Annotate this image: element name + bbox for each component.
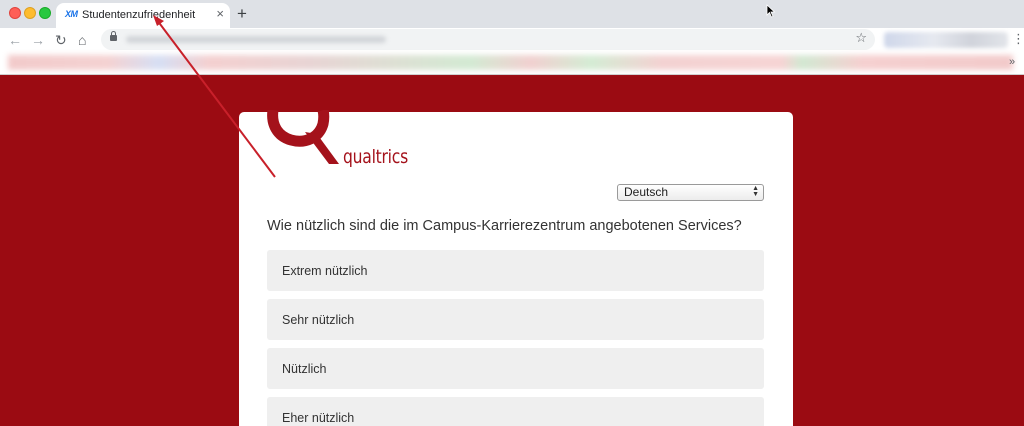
blurred-url [126,36,386,43]
bookmarks-bar: » [0,52,1024,75]
answer-option[interactable]: Eher nützlich [267,397,764,426]
survey-card: qualtrics Deutsch ▲ ▼ Wie nützlich sind d… [239,110,793,426]
browser-tab-strip: XM Studentenzufriedenheit × + [0,0,1024,28]
blurred-extensions-area [884,32,1008,48]
answer-option[interactable]: Sehr nützlich [267,299,764,340]
select-arrows-icon: ▲ ▼ [752,185,759,198]
language-select[interactable]: Deutsch ▲ ▼ [617,184,764,201]
lock-icon [110,31,117,41]
answer-option-label: Extrem nützlich [282,264,368,278]
new-tab-button[interactable]: + [237,5,247,22]
browser-tab[interactable]: XM Studentenzufriedenheit × [56,3,230,28]
more-bookmarks-chevron-icon[interactable]: » [1009,56,1015,68]
answer-option[interactable]: Extrem nützlich [267,250,764,291]
question-text: Wie nützlich sind die im Campus-Karriere… [267,218,742,234]
bookmark-star-icon[interactable]: ☆ [855,30,867,46]
tab-title: Studentenzufriedenheit [82,9,196,21]
forward-arrow-icon[interactable]: → [31,30,45,50]
answer-option[interactable]: Nützlich [267,348,764,389]
mouse-cursor-icon [766,4,776,18]
address-bar[interactable]: ☆ [101,29,875,50]
qualtrics-q-logo-icon [267,110,339,164]
answer-option-label: Sehr nützlich [282,313,355,327]
browser-toolbar: ← → ↻ ⌂ ☆ ⋮ [0,28,1024,52]
back-arrow-icon[interactable]: ← [8,30,22,50]
xm-favicon-icon: XM [65,9,78,19]
minimize-window-button[interactable] [24,7,36,19]
close-tab-icon[interactable]: × [216,7,224,20]
close-window-button[interactable] [9,7,21,19]
language-select-value: Deutsch [624,185,669,199]
blurred-bookmarks [8,55,1013,70]
home-icon[interactable]: ⌂ [78,30,86,50]
maximize-window-button[interactable] [39,7,51,19]
answer-option-label: Nützlich [282,362,327,376]
reload-icon[interactable]: ↻ [55,30,67,50]
answer-option-label: Eher nützlich [282,411,355,425]
browser-menu-icon[interactable]: ⋮ [1012,31,1024,47]
qualtrics-logo-text: qualtrics [343,146,408,168]
